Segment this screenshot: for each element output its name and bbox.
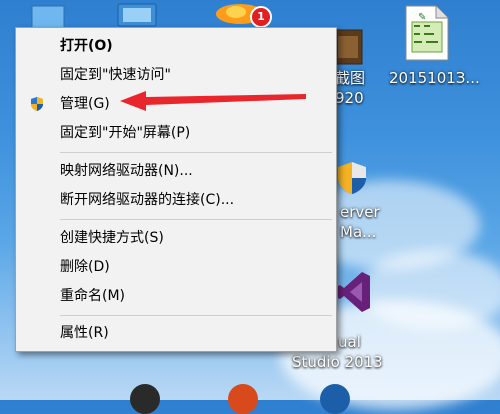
menu-item-label: 创建快捷方式(S) [60, 230, 164, 246]
menu-item-label: 管理(G) [60, 96, 110, 112]
sql-server-label-2: Ma... [340, 223, 377, 241]
menu-separator [60, 315, 332, 316]
badge-count: 1 [257, 10, 265, 23]
menu-item-label: 属性(R) [60, 325, 109, 341]
monitor-icon[interactable] [112, 0, 162, 30]
svg-text:✎: ✎ [418, 12, 426, 23]
menu-item-label: 重命名(M) [60, 288, 126, 304]
menu-item-pin-start[interactable]: 固定到"开始"屏幕(P) [17, 120, 335, 146]
menu-item-label: 固定到"开始"屏幕(P) [60, 125, 191, 141]
menu-item-open[interactable]: 打开(O) [17, 33, 335, 59]
taskbar-icon[interactable] [228, 384, 258, 414]
menu-item-pin-quick-access[interactable]: 固定到"快速访问" [17, 62, 335, 88]
menu-item-create-shortcut[interactable]: 创建快捷方式(S) [17, 225, 335, 251]
excel-file-label: 2015101З... [389, 69, 480, 87]
excel-file-icon[interactable]: ✎ [400, 4, 452, 62]
uac-shield-icon [31, 97, 43, 111]
menu-item-rename[interactable]: 重命名(M) [17, 283, 335, 309]
menu-separator [60, 219, 332, 220]
image-file-label-2: 920 [335, 89, 364, 107]
sql-server-label: erver [340, 203, 380, 221]
image-file-icon[interactable] [332, 26, 366, 66]
menu-item-properties[interactable]: 属性(R) [17, 320, 335, 346]
visual-studio-label: ual [338, 333, 361, 351]
notification-badge: 1 [250, 6, 272, 28]
image-file-label: 截图 [335, 69, 366, 87]
menu-item-map-network-drive[interactable]: 映射网络驱动器(N)... [17, 158, 335, 184]
menu-item-disconnect-network-drive[interactable]: 断开网络驱动器的连接(C)... [17, 187, 335, 213]
context-menu: 打开(O) 固定到"快速访问" 管理(G) 固定到"开始"屏幕(P) 映射网络驱… [15, 27, 337, 352]
menu-item-label: 打开(O) [60, 38, 113, 54]
shield-installer-icon[interactable] [334, 160, 370, 196]
red-arrow-annotation [120, 91, 306, 111]
menu-item-label: 删除(D) [60, 259, 110, 275]
menu-item-label: 断开网络驱动器的连接(C)... [60, 192, 235, 208]
taskbar-icon[interactable] [320, 384, 350, 414]
menu-separator [60, 152, 332, 153]
app-icon-with-badge[interactable]: 1 [208, 0, 278, 30]
menu-item-label: 固定到"快速访问" [60, 67, 171, 83]
menu-item-delete[interactable]: 删除(D) [17, 254, 335, 280]
taskbar-icon[interactable] [130, 384, 160, 414]
visual-studio-icon[interactable] [336, 270, 372, 314]
menu-item-label: 映射网络驱动器(N)... [60, 163, 193, 179]
visual-studio-label-2: Studio 2013 [292, 353, 383, 371]
